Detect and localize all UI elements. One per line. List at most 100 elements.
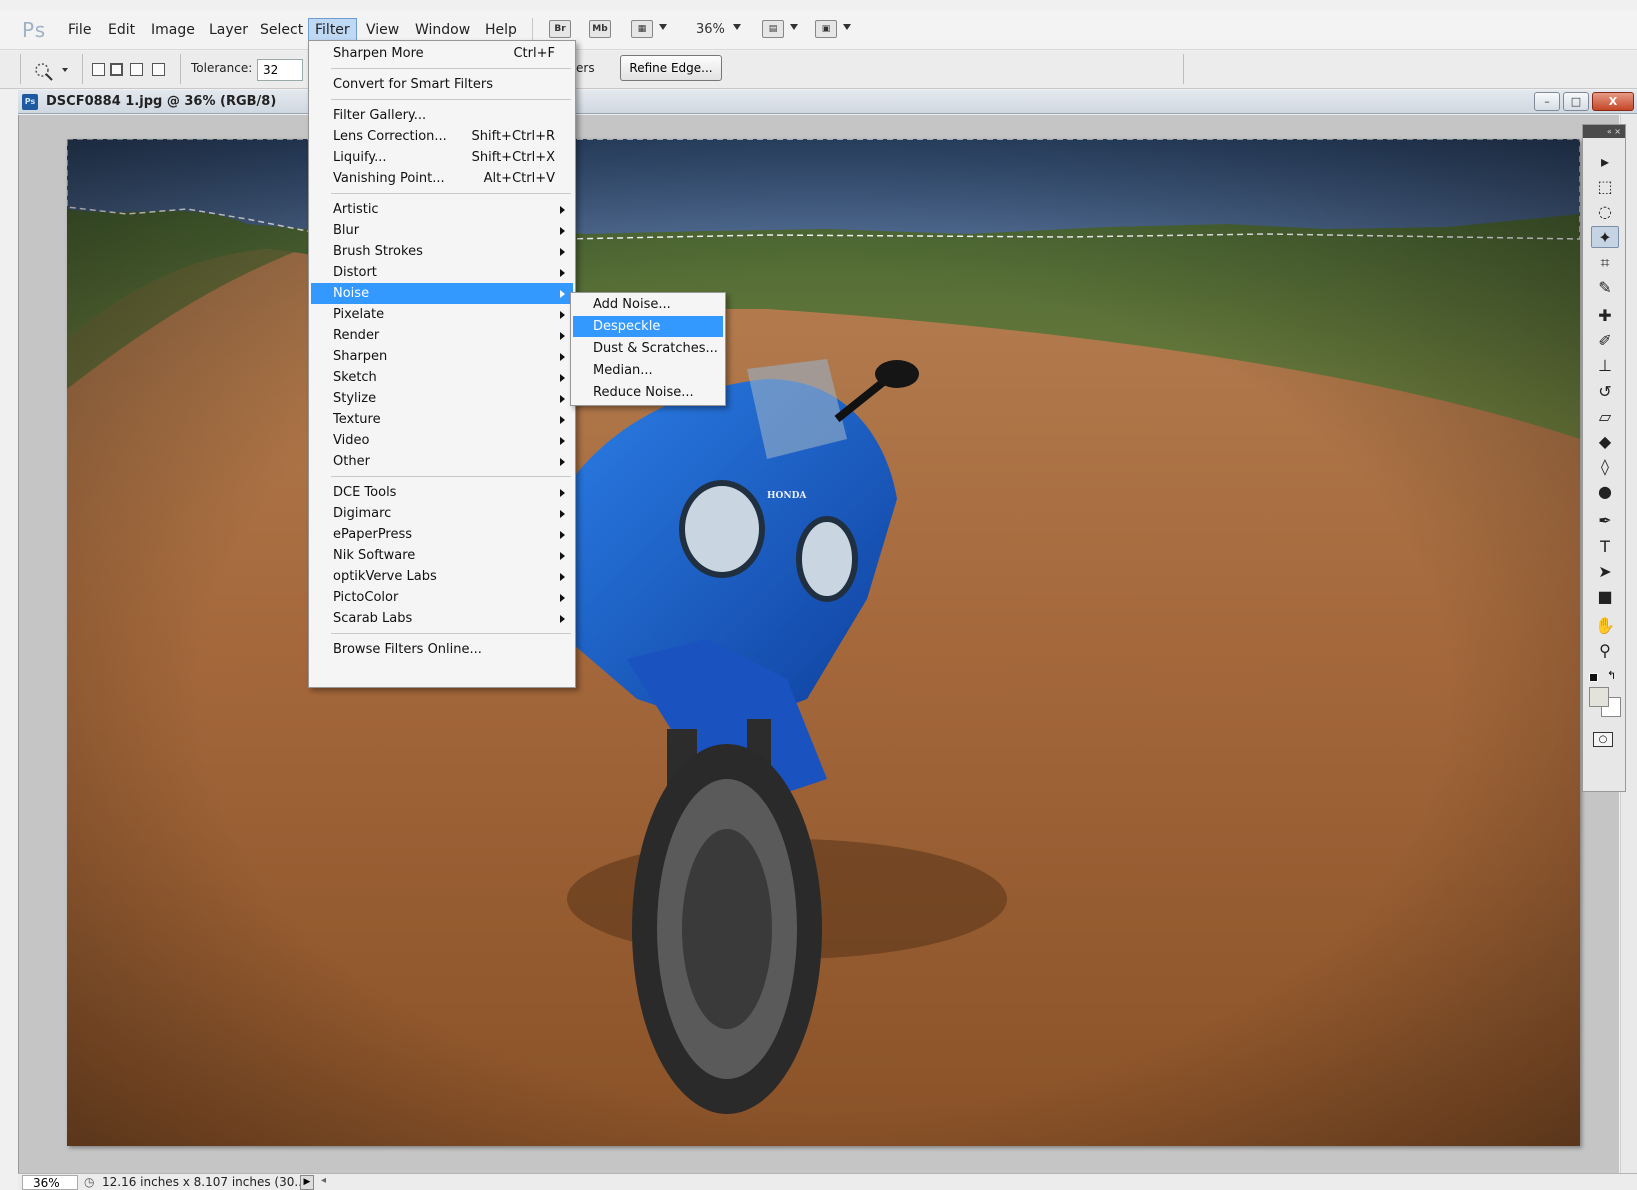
add-to-selection-icon[interactable] — [110, 63, 123, 76]
extras-dropdown-icon[interactable] — [659, 24, 667, 30]
paint-bucket-tool-icon[interactable]: ◆ — [1591, 431, 1619, 453]
brush-tool-icon[interactable]: ✐ — [1591, 330, 1619, 352]
eraser-tool-icon[interactable]: ▱ — [1591, 406, 1619, 428]
menu-item-other[interactable]: Other — [311, 451, 573, 472]
document-image[interactable]: HONDA — [67, 139, 1580, 1146]
menu-item-nik-software[interactable]: Nik Software — [311, 545, 573, 566]
menu-separator — [331, 99, 571, 100]
submenu-item-dust-scratches[interactable]: Dust & Scratches... — [573, 338, 723, 359]
restore-button[interactable]: □ — [1563, 92, 1589, 111]
submenu-item-despeckle[interactable]: Despeckle — [573, 316, 723, 337]
rectangle-tool-icon[interactable]: ■ — [1591, 586, 1619, 608]
eyedropper-tool-icon[interactable]: ✎ — [1591, 277, 1619, 299]
dodge-tool-icon[interactable]: ● — [1591, 481, 1619, 503]
menu-item-video[interactable]: Video — [311, 430, 573, 451]
menu-item-blur[interactable]: Blur — [311, 220, 573, 241]
menu-item-epaperpress[interactable]: ePaperPress — [311, 524, 573, 545]
menu-item-sharpen[interactable]: Sharpen — [311, 346, 573, 367]
menu-item-artistic[interactable]: Artistic — [311, 199, 573, 220]
scroll-left-icon[interactable]: ◂ — [321, 1175, 326, 1186]
submenu-arrow-icon — [560, 552, 565, 560]
menu-help[interactable]: Help — [478, 18, 524, 42]
menu-item-scarab-labs[interactable]: Scarab Labs — [311, 608, 573, 629]
lasso-tool-icon[interactable]: ◌ — [1591, 201, 1619, 223]
menu-item-optikverve-labs[interactable]: optikVerve Labs — [311, 566, 573, 587]
menu-layer[interactable]: Layer — [202, 18, 255, 42]
menu-item-stylize[interactable]: Stylize — [311, 388, 573, 409]
path-selection-tool-icon[interactable]: ➤ — [1591, 561, 1619, 583]
subtract-from-selection-icon[interactable] — [130, 63, 143, 76]
submenu-item-add-noise[interactable]: Add Noise... — [573, 294, 723, 315]
new-selection-icon[interactable] — [92, 63, 105, 76]
screen-mode-button[interactable]: ▣ — [815, 20, 837, 38]
screen-mode-dropdown-icon[interactable] — [843, 24, 851, 30]
tolerance-input[interactable] — [257, 59, 303, 81]
hand-tool-icon[interactable]: ✋ — [1591, 615, 1619, 637]
menu-item-sketch[interactable]: Sketch — [311, 367, 573, 388]
menu-item-label: optikVerve Labs — [333, 569, 437, 584]
submenu-arrow-icon — [560, 489, 565, 497]
crop-tool-icon[interactable]: ⌗ — [1591, 252, 1619, 274]
menu-item-pixelate[interactable]: Pixelate — [311, 304, 573, 325]
spot-healing-tool-icon[interactable]: ✚ — [1591, 305, 1619, 327]
menu-item-texture[interactable]: Texture — [311, 409, 573, 430]
menu-item-digimarc[interactable]: Digimarc — [311, 503, 573, 524]
move-tool-icon[interactable]: ▸ — [1591, 151, 1619, 173]
status-zoom-field[interactable]: 36% — [22, 1175, 78, 1190]
zoom-dropdown-icon[interactable] — [733, 24, 741, 30]
refine-edge-button[interactable]: Refine Edge... — [620, 55, 722, 81]
menu-image[interactable]: Image — [144, 18, 202, 42]
intersect-selection-icon[interactable] — [152, 63, 165, 76]
tools-panel: « × ▸ ⬚ ◌ ✦ ⌗ ✎ ✚ ✐ ⊥ ↺ ▱ ◆ ◊ ● ✒ T ➤ ■ … — [1582, 124, 1626, 792]
marquee-tool-icon[interactable]: ⬚ — [1591, 176, 1619, 198]
menu-file[interactable]: File — [61, 18, 98, 42]
menu-view[interactable]: View — [359, 18, 406, 42]
default-colors-icon[interactable] — [1589, 673, 1598, 682]
zoom-level-dropdown[interactable]: 36% — [696, 22, 725, 37]
menu-item-dce-tools[interactable]: DCE Tools — [311, 482, 573, 503]
zoom-tool-icon[interactable]: ⚲ — [1591, 640, 1619, 662]
mini-bridge-button[interactable]: Mb — [589, 20, 611, 38]
menu-item-filter-gallery[interactable]: Filter Gallery... — [311, 105, 573, 126]
tool-preset-picker[interactable] — [28, 57, 72, 83]
menu-edit[interactable]: Edit — [101, 18, 142, 42]
arrange-documents-button[interactable]: ▤ — [762, 20, 784, 38]
menu-item-render[interactable]: Render — [311, 325, 573, 346]
canvas-area[interactable]: HONDA — [18, 115, 1619, 1173]
type-tool-icon[interactable]: T — [1591, 536, 1619, 558]
document-tab[interactable]: Ps DSCF0884 1.jpg @ 36% (RGB/8) – □ X — [18, 90, 1637, 114]
menu-item-convert-smart-filters[interactable]: Convert for Smart Filters — [311, 74, 573, 95]
minimize-button[interactable]: – — [1534, 92, 1560, 111]
quick-selection-tool-icon[interactable]: ✦ — [1591, 226, 1619, 248]
blur-tool-icon[interactable]: ◊ — [1591, 456, 1619, 478]
menu-item-label: Scarab Labs — [333, 611, 413, 626]
arrange-dropdown-icon[interactable] — [790, 24, 798, 30]
quick-mask-icon[interactable]: ○ — [1593, 732, 1613, 747]
menu-filter[interactable]: Filter — [308, 18, 357, 42]
clone-stamp-tool-icon[interactable]: ⊥ — [1591, 355, 1619, 377]
menu-item-noise[interactable]: Noise — [311, 283, 573, 304]
foreground-color-swatch[interactable] — [1589, 687, 1609, 707]
menu-item-vanishing-point[interactable]: Vanishing Point... Alt+Ctrl+V — [311, 168, 573, 189]
bridge-button[interactable]: Br — [549, 20, 571, 38]
menu-window[interactable]: Window — [408, 18, 477, 42]
menu-item-brush-strokes[interactable]: Brush Strokes — [311, 241, 573, 262]
tools-panel-header[interactable]: « × — [1583, 125, 1625, 138]
swap-colors-icon[interactable]: ↰ — [1607, 669, 1616, 682]
menu-item-distort[interactable]: Distort — [311, 262, 573, 283]
menu-item-label: Browse Filters Online... — [333, 642, 482, 657]
close-button[interactable]: X — [1592, 92, 1634, 111]
document-title: DSCF0884 1.jpg @ 36% (RGB/8) — [46, 94, 277, 109]
submenu-item-median[interactable]: Median... — [573, 360, 723, 381]
menu-item-browse-filters-online[interactable]: Browse Filters Online... — [311, 639, 573, 660]
menu-item-pictocolor[interactable]: PictoColor — [311, 587, 573, 608]
status-menu-arrow-icon[interactable]: ▶ — [300, 1175, 314, 1190]
menu-select[interactable]: Select — [253, 18, 310, 42]
history-brush-tool-icon[interactable]: ↺ — [1591, 381, 1619, 403]
extras-button[interactable]: ▦ — [631, 20, 653, 38]
submenu-item-reduce-noise[interactable]: Reduce Noise... — [573, 382, 723, 403]
menu-item-sharpen-more[interactable]: Sharpen More Ctrl+F — [311, 43, 573, 64]
pen-tool-icon[interactable]: ✒ — [1591, 510, 1619, 532]
menu-item-liquify[interactable]: Liquify... Shift+Ctrl+X — [311, 147, 573, 168]
menu-item-lens-correction[interactable]: Lens Correction... Shift+Ctrl+R — [311, 126, 573, 147]
